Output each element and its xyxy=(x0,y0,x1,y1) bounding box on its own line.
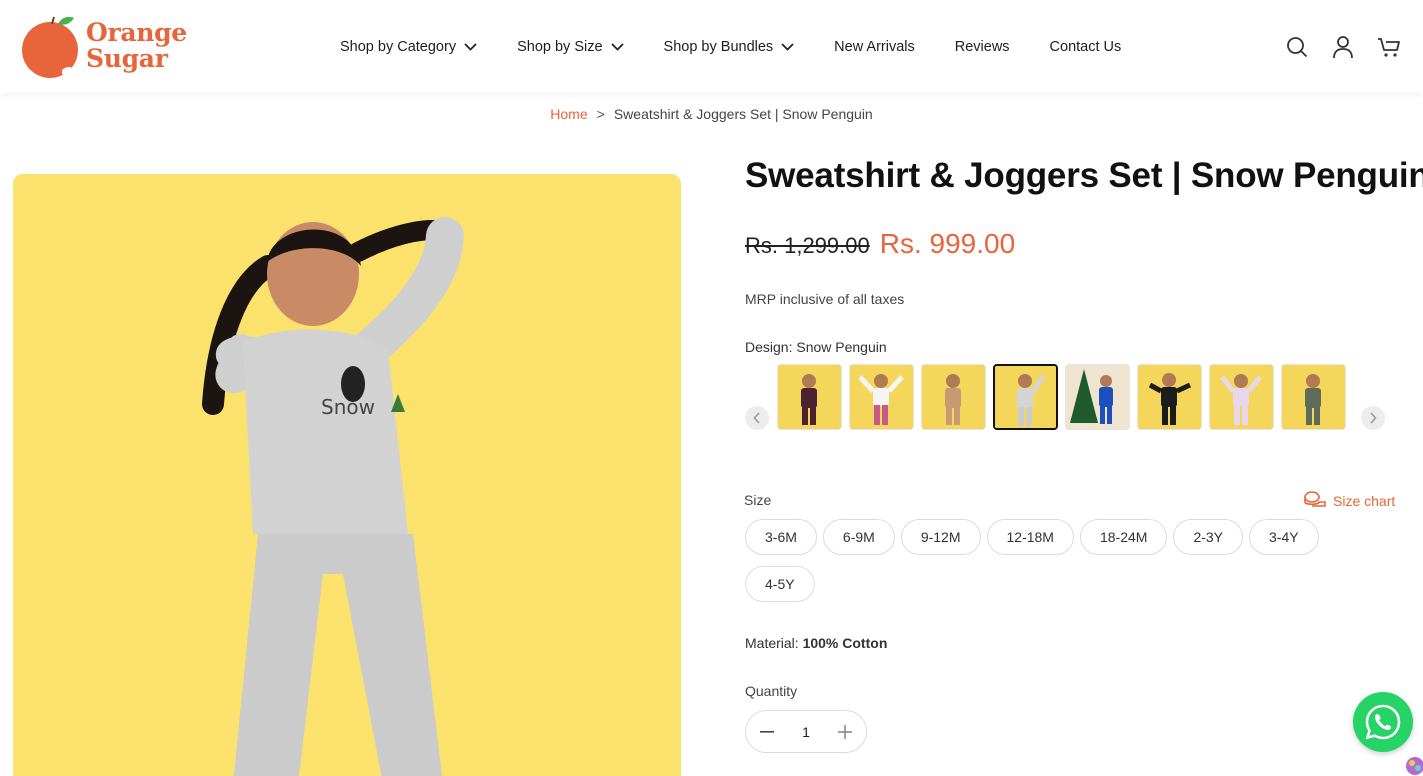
size-option[interactable]: 18-24M xyxy=(1079,519,1168,555)
svg-text:Snow: Snow xyxy=(321,395,375,419)
breadcrumb: Home > Sweatshirt & Joggers Set | Snow Pen… xyxy=(0,106,1423,122)
cart-icon[interactable] xyxy=(1377,34,1401,60)
nav-shop-by-category[interactable]: Shop by Category xyxy=(340,39,477,55)
carousel-next-button[interactable] xyxy=(1361,406,1385,430)
design-thumbnails xyxy=(777,364,1346,430)
size-option[interactable]: 12-18M xyxy=(986,519,1074,555)
size-option[interactable]: 4-5Y xyxy=(745,566,815,602)
quantity-stepper xyxy=(745,710,867,753)
product-photo: Snow xyxy=(13,174,681,776)
nav-shop-by-bundles[interactable]: Shop by Bundles xyxy=(664,39,795,55)
site-header: Orange Sugar Shop by Category Shop by Si… xyxy=(0,0,1423,93)
nav-label: Shop by Category xyxy=(340,38,457,55)
carousel-prev-button[interactable] xyxy=(745,406,769,430)
nav-label: Shop by Size xyxy=(517,38,603,55)
breadcrumb-separator: > xyxy=(596,106,605,122)
increase-quantity-button[interactable] xyxy=(836,723,854,741)
whatsapp-icon xyxy=(1365,704,1401,740)
nav-label: Reviews xyxy=(954,38,1010,55)
size-chart-link[interactable]: Size chart xyxy=(1304,491,1395,510)
orange-sugar-logo[interactable]: Orange Sugar xyxy=(22,14,187,82)
chevron-down-icon xyxy=(464,42,477,51)
product-title: Sweatshirt & Joggers Set | Snow Penguin xyxy=(745,156,1423,195)
nav-shop-by-size[interactable]: Shop by Size xyxy=(517,38,624,55)
nav-label: New Arrivals xyxy=(834,38,915,55)
nav-label: Contact Us xyxy=(1049,38,1122,55)
compare-at-price: Rs. 1,299.00 xyxy=(745,233,870,258)
chevron-down-icon xyxy=(781,42,794,51)
price-block: Rs. 1,299.00 Rs. 999.00 xyxy=(745,228,1015,260)
design-thumbnail-active[interactable] xyxy=(993,364,1058,430)
size-option[interactable]: 2-3Y xyxy=(1173,519,1244,555)
size-option[interactable]: 6-9M xyxy=(822,519,895,555)
design-thumbnail[interactable] xyxy=(921,364,986,430)
decrease-quantity-button[interactable] xyxy=(758,723,776,741)
brand-name-line2: Sugar xyxy=(86,44,168,73)
plus-icon xyxy=(838,724,852,739)
chevron-down-icon xyxy=(610,42,624,51)
breadcrumb-current: Sweatshirt & Joggers Set | Snow Penguin xyxy=(613,106,873,122)
breadcrumb-home-link[interactable]: Home xyxy=(550,106,587,122)
tape-measure-icon xyxy=(1304,491,1326,510)
tax-note: MRP inclusive of all taxes xyxy=(745,291,905,307)
search-icon[interactable] xyxy=(1285,34,1309,60)
whatsapp-chat-button[interactable] xyxy=(1353,692,1413,752)
account-icon[interactable] xyxy=(1331,34,1355,60)
design-carousel xyxy=(745,364,1387,432)
header-actions xyxy=(1285,34,1401,60)
design-thumbnail[interactable] xyxy=(1209,364,1274,430)
material-value: 100% Cotton xyxy=(802,635,888,651)
size-option[interactable]: 3-4Y xyxy=(1249,519,1319,555)
nav-contact-us[interactable]: Contact Us xyxy=(1050,39,1122,55)
quantity-input[interactable] xyxy=(791,723,821,740)
design-label: Design: Snow Penguin xyxy=(745,339,887,355)
product-main-image[interactable]: Snow xyxy=(13,174,681,776)
brand-name: Orange Sugar xyxy=(86,20,187,72)
material-label: Material: xyxy=(745,635,799,651)
nav-reviews[interactable]: Reviews xyxy=(955,39,1010,55)
size-option[interactable]: 9-12M xyxy=(900,519,981,555)
design-thumbnail[interactable] xyxy=(1137,364,1202,430)
nav-label: Shop by Bundles xyxy=(663,38,774,55)
assistant-widget-icon[interactable] xyxy=(1403,754,1423,776)
size-chart-label: Size chart xyxy=(1333,492,1396,509)
minus-icon xyxy=(760,730,774,733)
size-label: Size xyxy=(744,492,772,508)
design-thumbnail[interactable] xyxy=(1065,364,1130,430)
design-thumbnail[interactable] xyxy=(1281,364,1346,430)
main-nav: Shop by Category Shop by Size Shop by Bu… xyxy=(340,0,1161,93)
brand-name-line1: Orange xyxy=(86,18,187,47)
nav-new-arrivals[interactable]: New Arrivals xyxy=(834,39,915,55)
quantity-label: Quantity xyxy=(745,683,798,699)
sale-price: Rs. 999.00 xyxy=(879,228,1016,259)
orange-logo-icon xyxy=(22,16,78,78)
design-thumbnail[interactable] xyxy=(777,364,842,430)
size-options: 3-6M 6-9M 9-12M 12-18M 18-24M 2-3Y 3-4Y … xyxy=(745,519,1385,602)
material-info: Material: 100% Cotton xyxy=(745,635,887,651)
design-thumbnail[interactable] xyxy=(849,364,914,430)
size-option[interactable]: 3-6M xyxy=(745,519,817,555)
